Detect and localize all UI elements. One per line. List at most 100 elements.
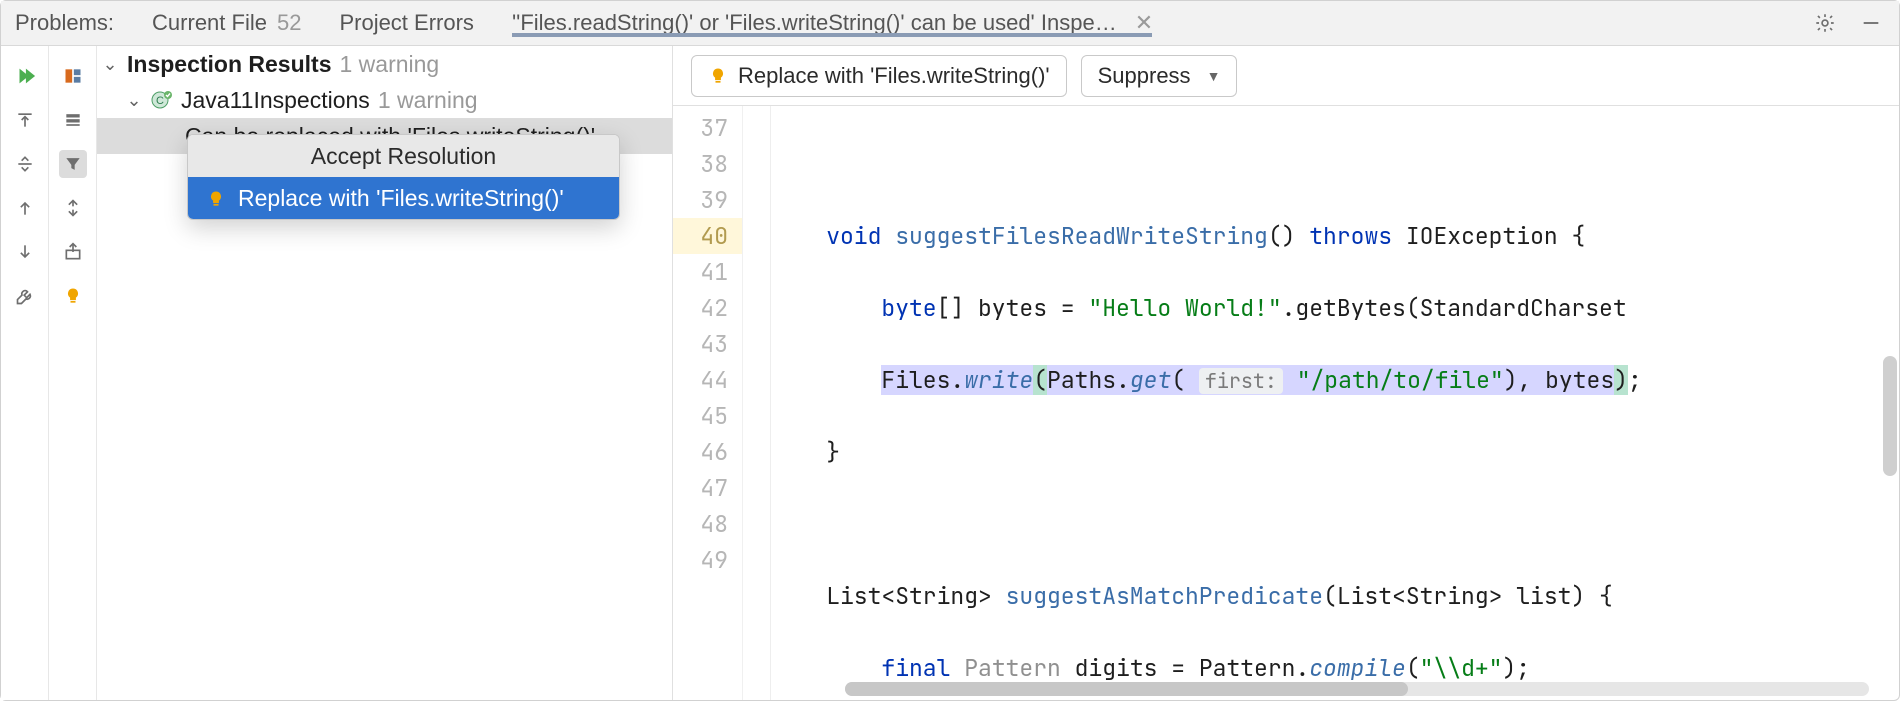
chevron-down-icon: ▼ <box>1207 68 1221 84</box>
line-number: 42 <box>673 290 728 326</box>
code-token: ); <box>1502 653 1530 683</box>
code-token: List<String> <box>826 581 1005 611</box>
line-number: 43 <box>673 326 728 362</box>
line-number: 41 <box>673 254 728 290</box>
line-number: 38 <box>673 146 728 182</box>
editor-gutter: 37 38 39 40 41 42 43 44 45 46 47 48 49 <box>673 106 743 700</box>
code-token: (List<String> list) { <box>1323 581 1613 611</box>
toolbar-left-primary <box>1 46 49 700</box>
vertical-scrollbar[interactable] <box>1883 356 1897 476</box>
code-token: final <box>881 653 950 683</box>
arrow-down-icon[interactable] <box>11 238 39 266</box>
code-token: Pattern <box>950 653 1074 683</box>
context-menu-header: Accept Resolution <box>188 135 619 177</box>
code-token: compile <box>1309 653 1406 683</box>
tab-project-errors[interactable]: Project Errors <box>339 10 473 36</box>
code-token: ( <box>1406 653 1420 683</box>
filter-icon[interactable] <box>59 150 87 178</box>
code-highlight: Files.write <box>881 365 1033 395</box>
layout-icon[interactable] <box>59 62 87 90</box>
scrollbar-thumb[interactable] <box>845 682 1408 696</box>
tab-current-file-label: Current File <box>152 10 267 36</box>
line-number: 37 <box>673 110 728 146</box>
code-token: = Pattern. <box>1157 653 1309 683</box>
code-token: "Hello World!" <box>1088 293 1281 323</box>
chevron-down-icon[interactable]: ⌄ <box>101 54 119 75</box>
context-menu-header-label: Accept Resolution <box>311 143 496 170</box>
horizontal-scrollbar[interactable] <box>845 682 1869 696</box>
line-number: 49 <box>673 542 728 578</box>
code-token: suggestFilesReadWriteString <box>895 221 1268 251</box>
line-number: 40 <box>673 218 742 254</box>
gear-icon[interactable] <box>1811 9 1839 37</box>
toolbar-left-secondary <box>49 46 97 700</box>
param-hint: first: <box>1199 368 1283 394</box>
tab-current-file[interactable]: Current File 52 <box>152 10 301 36</box>
context-menu-item-replace[interactable]: Replace with 'Files.writeString()' <box>188 177 619 219</box>
rerun-icon[interactable] <box>11 62 39 90</box>
tree-root[interactable]: ⌄ Inspection Results 1 warning <box>97 46 672 82</box>
code-token: () <box>1268 221 1296 251</box>
code-highlight: Paths.get( first: "/path/to/file"), byte… <box>1047 365 1614 395</box>
code-token: ; <box>1628 365 1642 395</box>
stack-top-icon[interactable] <box>11 106 39 134</box>
code-token: Paths. <box>1047 365 1130 395</box>
apply-fix-button[interactable]: Replace with 'Files.writeString()' <box>691 55 1067 97</box>
inspection-tree: ⌄ Inspection Results 1 warning ⌄ C Java1… <box>97 46 673 700</box>
wrench-icon[interactable] <box>11 282 39 310</box>
code-token: write <box>964 365 1033 395</box>
group-icon[interactable] <box>59 106 87 134</box>
code-token: ( <box>1171 365 1185 395</box>
preview-pane: Replace with 'Files.writeString()' Suppr… <box>673 46 1899 700</box>
code-token: IOException { <box>1406 221 1585 251</box>
tab-inspection-run-label: ''Files.readString()' or 'Files.writeStr… <box>512 10 1117 36</box>
code-editor[interactable]: 37 38 39 40 41 42 43 44 45 46 47 48 49 v… <box>673 106 1899 700</box>
tab-project-errors-label: Project Errors <box>339 10 473 36</box>
quickfix-action-bar: Replace with 'Files.writeString()' Suppr… <box>673 46 1899 106</box>
tab-inspection-run[interactable]: ''Files.readString()' or 'Files.writeStr… <box>512 10 1152 36</box>
code-token: digits <box>1075 653 1158 683</box>
code-token: ), bytes <box>1504 365 1614 395</box>
svg-text:C: C <box>156 95 164 107</box>
chevron-down-icon[interactable]: ⌄ <box>125 90 143 111</box>
apply-fix-label: Replace with 'Files.writeString()' <box>738 63 1050 89</box>
expand-toggle-icon[interactable] <box>59 194 87 222</box>
tree-group[interactable]: ⌄ C Java11Inspections 1 warning <box>97 82 672 118</box>
context-menu: Accept Resolution Replace with 'Files.wr… <box>187 134 620 220</box>
context-menu-item-label: Replace with 'Files.writeString()' <box>238 185 564 212</box>
tree-root-title: Inspection Results <box>127 51 331 78</box>
line-number: 46 <box>673 434 728 470</box>
bulb-icon <box>206 188 226 208</box>
line-number: 48 <box>673 506 728 542</box>
tab-current-file-count: 52 <box>277 10 301 36</box>
line-number: 39 <box>673 182 728 218</box>
code-token: } <box>826 437 840 467</box>
stack-split-icon[interactable] <box>11 150 39 178</box>
code-token: suggestAsMatchPredicate <box>1006 581 1323 611</box>
code-token: ) <box>1614 365 1628 395</box>
problems-header: Problems: Current File 52 Project Errors… <box>1 1 1899 46</box>
code-token: get <box>1130 365 1171 395</box>
tree-group-count: 1 warning <box>378 87 478 114</box>
suppress-button[interactable]: Suppress ▼ <box>1081 55 1238 97</box>
suppress-label: Suppress <box>1098 63 1191 89</box>
export-icon[interactable] <box>59 238 87 266</box>
code-token: [] bytes = <box>937 293 1089 323</box>
code-token: Files. <box>881 365 964 395</box>
close-icon[interactable]: ✕ <box>1135 10 1153 36</box>
code-token: ( <box>1033 365 1047 395</box>
bulb-icon[interactable] <box>59 282 87 310</box>
line-number: 44 <box>673 362 728 398</box>
editor-content[interactable]: void suggestFilesReadWriteString() throw… <box>771 106 1899 700</box>
code-token: "\\d+" <box>1420 653 1503 683</box>
arrow-up-icon[interactable] <box>11 194 39 222</box>
code-token: void <box>826 221 881 251</box>
tab-problems-label: Problems: <box>15 10 114 36</box>
minimize-icon[interactable] <box>1857 9 1885 37</box>
line-number: 47 <box>673 470 728 506</box>
code-token: byte <box>881 293 936 323</box>
tab-problems-text: Problems: <box>15 10 114 36</box>
code-token: throws <box>1309 221 1392 251</box>
tree-group-title: Java11Inspections <box>181 87 370 114</box>
line-number: 45 <box>673 398 728 434</box>
